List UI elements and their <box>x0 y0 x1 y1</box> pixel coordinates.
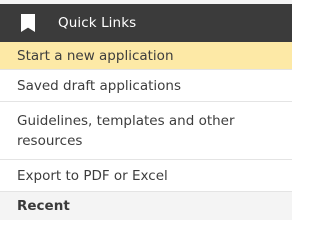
menu-item-label: Export to PDF or Excel <box>17 167 168 184</box>
bookmark-icon <box>21 14 35 32</box>
menu-item-label: Start a new application <box>17 47 174 64</box>
quick-links-menu: Start a new application Saved draft appl… <box>0 42 292 192</box>
recent-heading-label: Recent <box>17 198 70 214</box>
menu-item-saved-draft-applications[interactable]: Saved draft applications <box>0 70 292 102</box>
quick-links-header: Quick Links <box>0 4 292 42</box>
menu-item-start-new-application[interactable]: Start a new application <box>0 42 292 70</box>
menu-item-guidelines-templates[interactable]: Guidelines, templates and other resource… <box>0 102 292 160</box>
recent-section-heading: Recent <box>0 192 292 220</box>
menu-item-label: Saved draft applications <box>17 77 181 94</box>
quick-links-panel: Quick Links Start a new application Save… <box>0 0 292 248</box>
quick-links-title: Quick Links <box>58 15 137 31</box>
menu-item-export-pdf-excel[interactable]: Export to PDF or Excel <box>0 160 292 192</box>
menu-item-label: Guidelines, templates and other resource… <box>17 112 235 149</box>
